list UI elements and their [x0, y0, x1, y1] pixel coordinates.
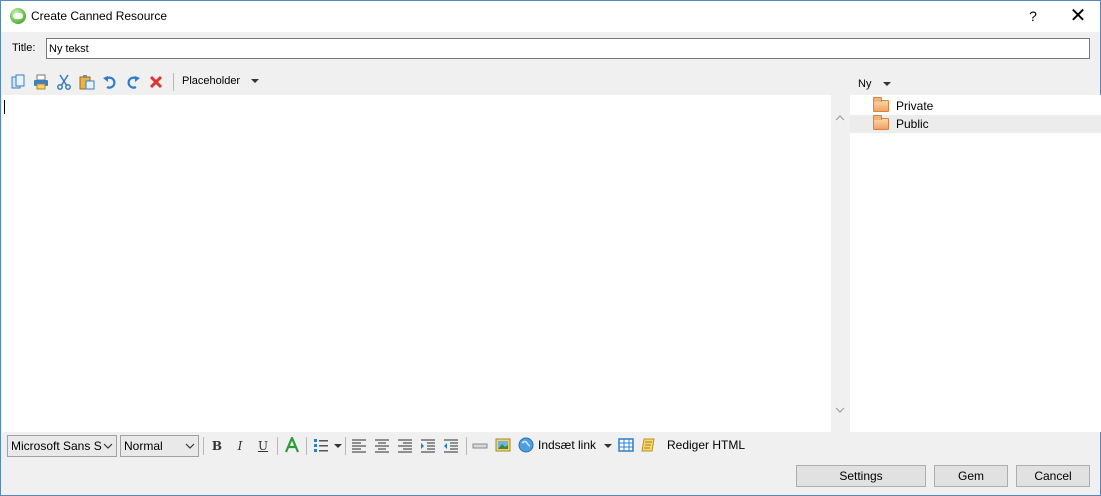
toolbar-separator	[277, 437, 278, 455]
toolbar-separator	[203, 437, 204, 455]
insert-table-icon[interactable]	[618, 437, 634, 453]
font-family-select[interactable]: Microsoft Sans S	[7, 435, 117, 457]
outdent-icon[interactable]	[443, 438, 459, 454]
editor-toolbar: Placeholder	[1, 69, 841, 95]
close-button[interactable]: ✕	[1061, 1, 1095, 32]
edit-html-icon[interactable]	[641, 437, 657, 453]
chevron-down-icon	[251, 79, 260, 84]
cancel-button[interactable]: Cancel	[1016, 465, 1090, 487]
delete-icon[interactable]	[148, 74, 164, 90]
folder-icon	[873, 97, 889, 112]
new-label: Ny	[858, 78, 872, 90]
save-button[interactable]: Gem	[934, 465, 1008, 487]
tree-item-private[interactable]: Private	[850, 97, 1101, 115]
edit-html-button[interactable]: Rediger HTML	[667, 438, 745, 452]
title-input[interactable]	[46, 38, 1090, 59]
editor-scrollbar[interactable]	[831, 95, 849, 432]
chevron-down-icon[interactable]	[604, 444, 612, 448]
copy-icon[interactable]	[10, 74, 26, 90]
title-label: Title:	[12, 42, 36, 54]
help-button[interactable]: ?	[1020, 1, 1046, 32]
chevron-down-icon	[882, 82, 891, 87]
align-center-icon[interactable]	[374, 438, 390, 454]
tree-item-public[interactable]: Public	[850, 115, 1101, 133]
italic-button[interactable]: I	[232, 438, 248, 454]
font-color-icon[interactable]	[284, 437, 300, 453]
title-bar: Create Canned Resource ? ✕	[1, 1, 1100, 32]
new-dropdown[interactable]: Ny	[858, 78, 891, 90]
undo-icon[interactable]	[102, 74, 118, 90]
redo-icon[interactable]	[125, 74, 141, 90]
insert-image-icon[interactable]	[495, 437, 511, 453]
scroll-down-icon[interactable]	[835, 405, 845, 415]
placeholder-dropdown[interactable]: Placeholder	[182, 75, 260, 87]
cut-icon[interactable]	[56, 74, 72, 90]
font-size-value: Normal	[124, 439, 163, 453]
globe-link-icon[interactable]	[518, 437, 534, 453]
insert-link-button[interactable]: Indsæt link	[538, 438, 596, 452]
print-icon[interactable]	[33, 74, 49, 90]
tree-item-label: Public	[896, 117, 929, 131]
chevron-down-icon	[185, 443, 195, 449]
scroll-up-icon[interactable]	[835, 113, 845, 123]
toolbar-separator	[173, 73, 174, 91]
align-right-icon[interactable]	[397, 438, 413, 454]
folder-tree: Private Public	[850, 95, 1101, 432]
align-left-icon[interactable]	[351, 438, 367, 454]
tree-header: Ny	[850, 69, 1100, 95]
settings-button[interactable]: Settings	[796, 465, 926, 487]
format-toolbar: Microsoft Sans S Normal B I U Indsæt lin…	[1, 432, 1100, 460]
font-family-value: Microsoft Sans S	[11, 439, 102, 453]
bold-button[interactable]: B	[209, 438, 225, 454]
underline-button[interactable]: U	[255, 438, 271, 454]
dialog-footer: Settings Gem Cancel	[1, 460, 1100, 495]
bullet-list-icon[interactable]	[313, 437, 329, 453]
dialog-window: Create Canned Resource ? ✕ Title: Ny tek…	[0, 0, 1101, 496]
paste-icon[interactable]	[79, 74, 95, 90]
indent-icon[interactable]	[420, 438, 436, 454]
folder-icon	[873, 115, 889, 130]
tree-item-label: Private	[896, 99, 934, 113]
chevron-down-icon[interactable]	[334, 444, 342, 448]
app-icon	[10, 8, 26, 24]
font-size-select[interactable]: Normal	[120, 435, 199, 457]
window-title: Create Canned Resource	[31, 9, 168, 23]
toolbar-separator	[306, 437, 307, 455]
placeholder-label: Placeholder	[182, 75, 241, 87]
toolbar-separator	[345, 437, 346, 455]
chevron-down-icon	[103, 443, 113, 449]
editor-area[interactable]	[2, 95, 831, 432]
text-cursor	[4, 100, 5, 114]
toolbar-separator	[466, 437, 467, 455]
horizontal-rule-icon[interactable]	[472, 438, 488, 454]
